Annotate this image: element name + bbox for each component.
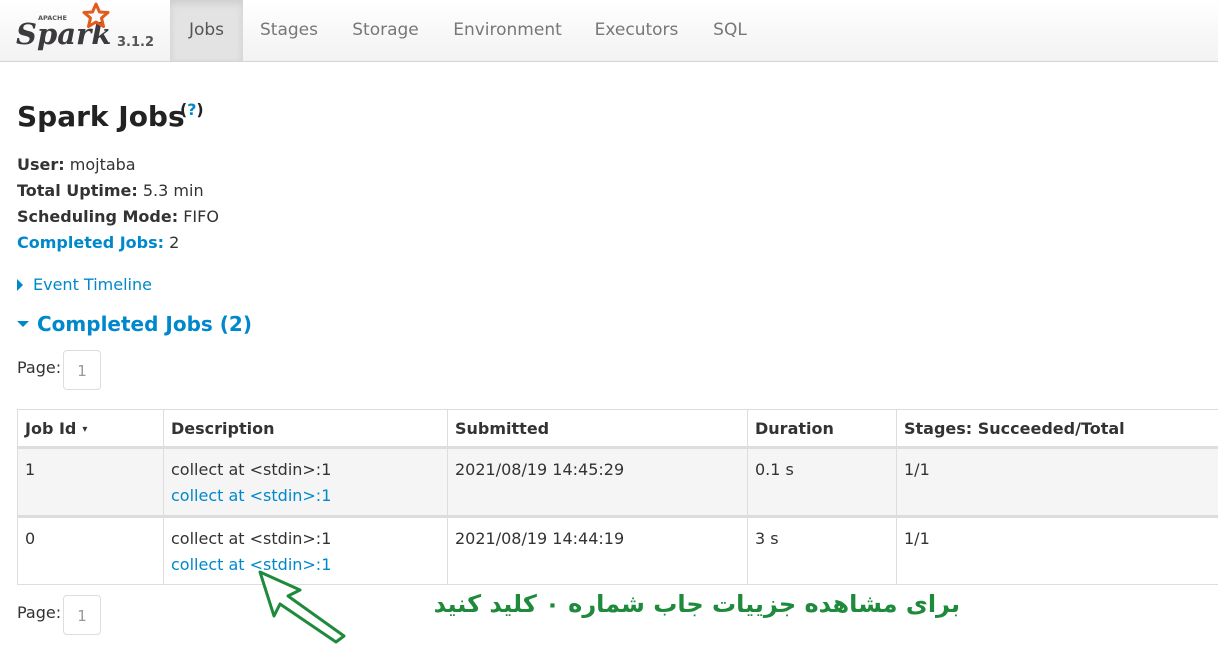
spark-version: 3.1.2 <box>117 35 155 50</box>
job-detail-link[interactable]: collect at <stdin>:1 <box>171 483 440 509</box>
column-header-description[interactable]: Description <box>163 409 448 449</box>
user-value: mojtaba <box>69 155 136 174</box>
spark-logo-icon: APACHE Spark <box>16 2 111 51</box>
tab-sql[interactable]: SQL <box>694 0 766 61</box>
scheduling-value: FIFO <box>183 207 219 226</box>
tab-executors[interactable]: Executors <box>579 0 694 61</box>
help-close: ) <box>196 100 204 119</box>
completed-jobs-value: 2 <box>169 233 180 252</box>
top-navbar: APACHE Spark 3.1.2 Jobs Stages Storage E… <box>0 0 1218 62</box>
job-id-cell: 0 <box>17 516 164 585</box>
column-header-stages[interactable]: Stages: Succeeded/Total <box>896 409 1218 449</box>
description-text: collect at <stdin>:1 <box>171 529 332 548</box>
summary-list: User: mojtaba Total Uptime: 5.3 min Sche… <box>17 152 219 256</box>
completed-jobs-table: Job Id ▾ Description Submitted Duration S… <box>17 409 1218 585</box>
page-1-button[interactable]: 1 <box>63 595 101 635</box>
scheduling-label: Scheduling Mode: <box>17 207 179 226</box>
pager-label: Page: <box>17 603 62 622</box>
summary-scheduling: Scheduling Mode: FIFO <box>17 204 219 230</box>
completed-jobs-link[interactable]: Completed Jobs: <box>17 233 164 252</box>
event-timeline-toggle[interactable]: Event Timeline <box>17 275 152 294</box>
tab-stages[interactable]: Stages <box>243 0 335 61</box>
caret-down-icon <box>17 321 29 327</box>
tab-jobs[interactable]: Jobs <box>170 0 243 61</box>
summary-user: User: mojtaba <box>17 152 219 178</box>
tab-environment[interactable]: Environment <box>436 0 579 61</box>
summary-uptime: Total Uptime: 5.3 min <box>17 178 219 204</box>
duration-cell: 0.1 s <box>747 447 897 518</box>
description-text: collect at <stdin>:1 <box>171 460 332 479</box>
tab-storage[interactable]: Storage <box>335 0 436 61</box>
uptime-label: Total Uptime: <box>17 181 138 200</box>
submitted-cell: 2021/08/19 14:44:19 <box>447 516 748 585</box>
page-title: Spark Jobs <box>17 100 185 133</box>
page-1-button[interactable]: 1 <box>63 350 101 390</box>
completed-jobs-heading: Completed Jobs (2) <box>37 312 252 336</box>
help-link[interactable]: (?) <box>180 100 204 127</box>
spark-logo[interactable]: APACHE Spark 3.1.2 <box>14 2 164 60</box>
duration-cell: 3 s <box>747 516 897 585</box>
annotation-arrow-icon <box>258 570 346 644</box>
pager-label: Page: <box>17 358 62 377</box>
stages-cell: 1/1 <box>896 447 1218 518</box>
job-id-cell: 1 <box>17 447 164 518</box>
submitted-cell: 2021/08/19 14:45:29 <box>447 447 748 518</box>
table-header-row: Job Id ▾ Description Submitted Duration S… <box>17 409 1218 449</box>
table-row: 1 collect at <stdin>:1 collect at <stdin… <box>17 447 1218 518</box>
column-header-duration[interactable]: Duration <box>747 409 897 449</box>
job-id-header-label: Job Id <box>25 418 77 438</box>
uptime-value: 5.3 min <box>142 181 204 200</box>
completed-jobs-toggle[interactable]: Completed Jobs (2) <box>17 312 252 336</box>
event-timeline-label: Event Timeline <box>33 275 152 294</box>
annotation-text: برای مشاهده جزییات جاب شماره ۰ کلید کنید <box>433 590 960 618</box>
user-label: User: <box>17 155 65 174</box>
column-header-submitted[interactable]: Submitted <box>447 409 748 449</box>
caret-right-icon <box>17 279 23 291</box>
column-header-job-id[interactable]: Job Id ▾ <box>17 409 164 449</box>
stages-cell: 1/1 <box>896 516 1218 585</box>
sort-desc-icon: ▾ <box>82 423 88 435</box>
description-cell: collect at <stdin>:1 collect at <stdin>:… <box>163 447 448 518</box>
summary-completed-jobs: Completed Jobs: 2 <box>17 230 219 256</box>
table-row: 0 collect at <stdin>:1 collect at <stdin… <box>17 516 1218 585</box>
